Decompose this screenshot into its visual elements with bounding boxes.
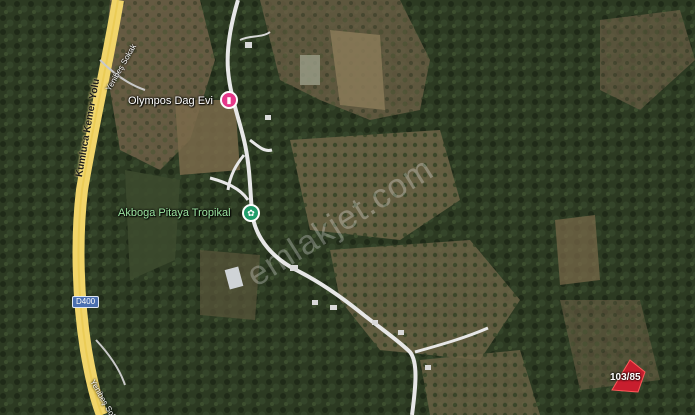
poi-akboga-label[interactable]: Akboga Pitaya Tropikal — [118, 207, 231, 219]
hotel-bed-icon[interactable]: ▮ — [220, 91, 238, 109]
parcel-label: 103/85 — [610, 372, 641, 383]
satellite-map[interactable]: Kumluca Kemer Yolu D400 Yenibeş Sokak Ye… — [0, 0, 695, 415]
flower-icon[interactable]: ✿ — [242, 204, 260, 222]
poi-olympos-label[interactable]: Olympos Dag Evi — [128, 95, 213, 107]
highway-shield-d400: D400 — [72, 296, 100, 308]
